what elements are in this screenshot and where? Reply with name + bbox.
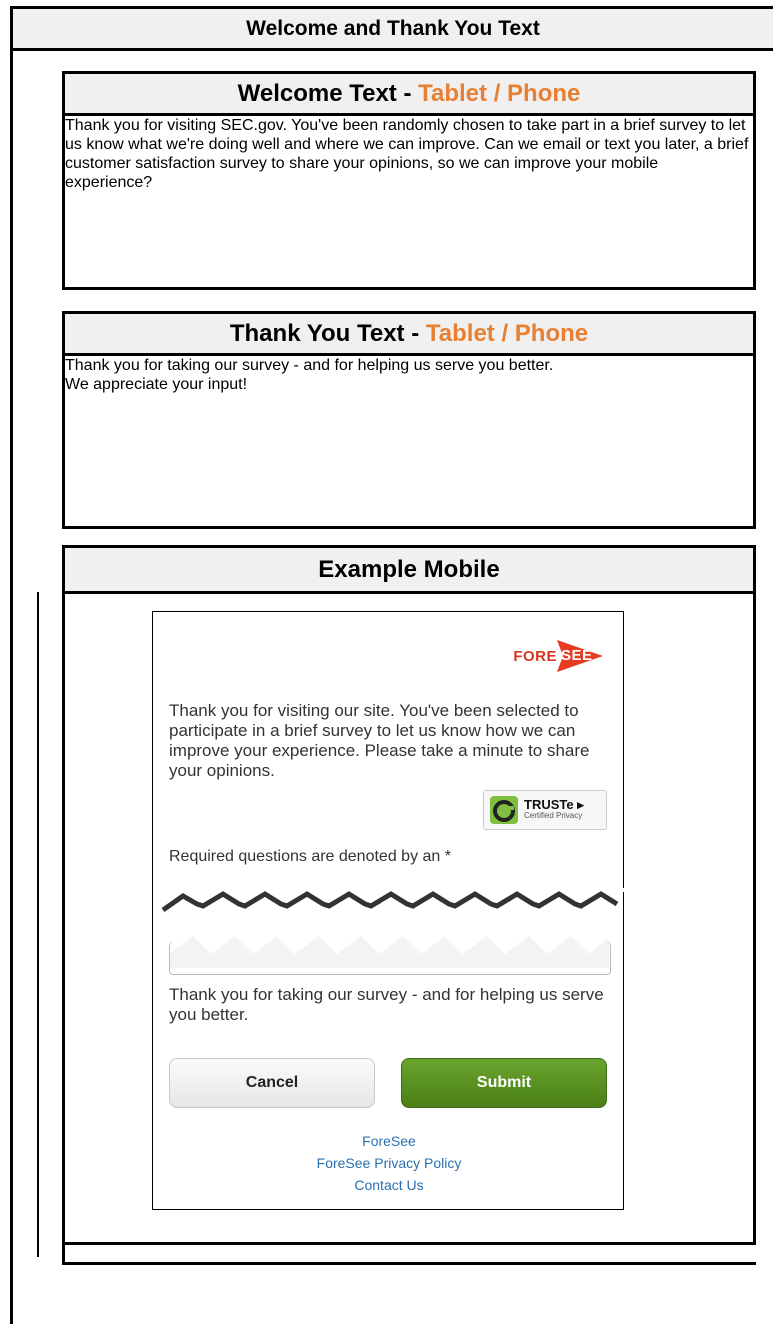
thankyou-body-line1: Thank you for taking our survey - and fo… — [65, 357, 554, 374]
foresee-logo: FORE SEE — [513, 638, 607, 674]
main-header: Welcome and Thank You Text — [10, 6, 773, 51]
thankyou-title-accent: Tablet / Phone — [425, 319, 589, 347]
thankyou-title: Thank You Text - — [229, 319, 426, 347]
welcome-title: Welcome Text - — [237, 79, 419, 107]
example-section-header: Example Mobile — [65, 548, 753, 594]
truste-label: TRUSTe ▸ — [524, 797, 584, 812]
thankyou-section: Thank You Text - Tablet / Phone Thank yo… — [62, 311, 756, 529]
mobile-example-screenshot: FORE SEE Thank you for visiting our site… — [152, 611, 625, 1210]
bottom-rule-left — [62, 1242, 65, 1265]
cancel-button[interactable]: Cancel — [169, 1058, 375, 1108]
welcome-section-header: Welcome Text - Tablet / Phone — [65, 74, 753, 116]
thankyou-body-line2: We appreciate your input! — [65, 376, 248, 393]
contact-us-link[interactable]: Contact Us — [153, 1174, 625, 1196]
bottom-rule-lower — [62, 1262, 756, 1265]
truste-badge[interactable]: TRUSTe ▸ Certified Privacy — [483, 790, 607, 830]
truste-icon — [490, 796, 518, 824]
bottom-rule — [62, 1242, 756, 1245]
logo-text: FORE — [513, 647, 557, 665]
left-border-line — [37, 592, 39, 1257]
mobile-thanks-text: Thank you for taking our survey - and fo… — [169, 985, 604, 1024]
logo-text-accent: SEE — [561, 647, 593, 664]
mobile-intro-text: Thank you for visiting our site. You've … — [169, 701, 590, 780]
thankyou-section-header: Thank You Text - Tablet / Phone — [65, 314, 753, 356]
footer-links: ForeSee ForeSee Privacy Policy Contact U… — [153, 1130, 625, 1196]
comment-textarea[interactable] — [169, 942, 611, 975]
required-note: Required questions are denoted by an * — [169, 848, 451, 865]
example-title: Example Mobile — [318, 555, 500, 583]
thankyou-body: Thank you for taking our survey - and fo… — [65, 356, 753, 394]
submit-button[interactable]: Submit — [401, 1058, 607, 1108]
welcome-title-accent: Tablet / Phone — [418, 79, 581, 107]
welcome-section: Welcome Text - Tablet / Phone Thank you … — [62, 71, 756, 290]
privacy-policy-link[interactable]: ForeSee Privacy Policy — [153, 1152, 625, 1174]
truste-sublabel: Certified Privacy — [524, 811, 583, 820]
logo-flag-icon: SEE — [557, 638, 607, 674]
foresee-link[interactable]: ForeSee — [153, 1130, 625, 1152]
main-header-title: Welcome and Thank You Text — [246, 16, 540, 40]
welcome-body: Thank you for visiting SEC.gov. You've b… — [65, 117, 749, 191]
